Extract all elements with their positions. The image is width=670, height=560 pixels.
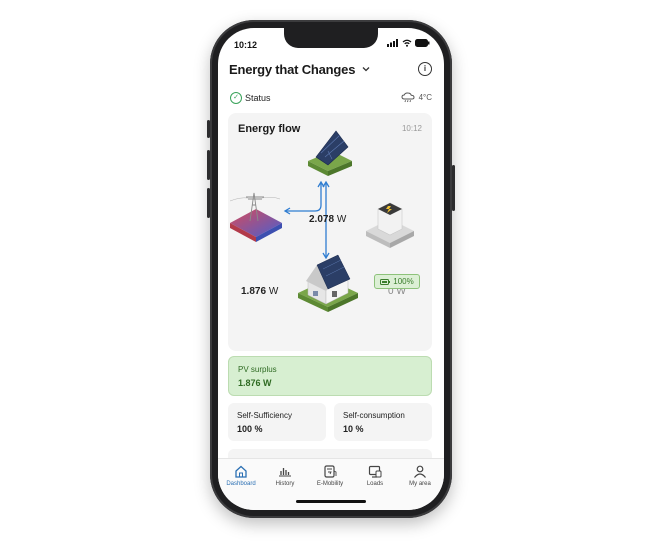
chevron-down-icon[interactable] <box>362 66 370 72</box>
app-screen: 10:12 Energy that Changes i ✓ Status 4°C… <box>218 28 444 510</box>
check-circle-icon: ✓ <box>230 92 242 104</box>
energy-flow-card[interactable]: Energy flow 10:12 2.078 W 1.876 W 0 W <box>228 113 432 367</box>
status-row[interactable]: ✓ Status 4°C <box>218 90 444 108</box>
system-icons <box>387 39 430 47</box>
battery-storage-icon <box>366 202 414 248</box>
info-icon[interactable]: i <box>418 62 432 76</box>
ev-charger-icon <box>324 464 337 478</box>
status-label: Status <box>245 93 271 103</box>
status-time: 10:12 <box>234 40 258 50</box>
home-indicator[interactable] <box>296 500 366 503</box>
temperature: 4°C <box>418 93 432 102</box>
nav-loads[interactable]: Loads <box>353 463 397 487</box>
self-sufficiency-card[interactable]: Self-Sufficiency 100 % <box>228 403 326 441</box>
pv-surplus-value: 1.876 W <box>238 378 272 388</box>
nav-emobility[interactable]: E-Mobility <box>308 463 352 487</box>
house-icon <box>298 254 358 312</box>
pv-surplus-label: PV surplus <box>238 365 277 374</box>
cloud-rain-icon <box>401 92 415 103</box>
signal-icon <box>387 39 398 47</box>
pv-surplus-card[interactable]: PV surplus 1.876 W <box>228 356 432 396</box>
battery-charge-badge: 100% <box>374 274 420 289</box>
nav-my-area-label: My area <box>409 481 431 487</box>
user-icon <box>414 465 426 478</box>
phone-volume-down <box>207 188 210 218</box>
phone-power-button <box>452 165 455 211</box>
page-title[interactable]: Energy that Changes <box>229 62 355 77</box>
self-sufficiency-value: 100 % <box>237 424 263 434</box>
grid-power-value: 1.876 W <box>241 286 279 297</box>
nav-dashboard[interactable]: Dashboard <box>219 463 263 487</box>
notch <box>284 28 378 48</box>
battery-charge-value: 100% <box>393 277 414 286</box>
home-icon <box>235 465 247 478</box>
nav-loads-label: Loads <box>366 481 384 487</box>
nav-history-label: History <box>275 481 295 487</box>
nav-emobility-label: E-Mobility <box>316 481 344 487</box>
grid-pylon-icon <box>229 192 282 242</box>
app-header: Energy that Changes i <box>218 56 444 84</box>
bar-chart-icon <box>279 468 291 477</box>
self-consumption-value: 10 % <box>343 424 364 434</box>
self-consumption-card[interactable]: Self-consumption 10 % <box>334 403 432 441</box>
battery-level-icon <box>380 278 391 285</box>
pv-power-value: 2.078 W <box>309 214 347 225</box>
phone-volume-up <box>207 150 210 180</box>
battery-status-icon <box>415 39 430 47</box>
wifi-icon <box>402 39 412 47</box>
nav-my-area[interactable]: My area <box>398 463 442 487</box>
nav-history[interactable]: History <box>263 463 307 487</box>
nav-dashboard-label: Dashboard <box>226 481 256 487</box>
weather: 4°C <box>401 92 432 103</box>
solar-panel-icon <box>308 130 352 176</box>
pv-to-grid-arrow <box>286 183 322 212</box>
energy-flow-diagram <box>229 130 414 312</box>
self-consumption-label: Self-consumption <box>343 411 405 420</box>
self-sufficiency-label: Self-Sufficiency <box>237 411 292 420</box>
phone-silent-switch <box>207 120 210 138</box>
loads-icon <box>368 465 382 478</box>
